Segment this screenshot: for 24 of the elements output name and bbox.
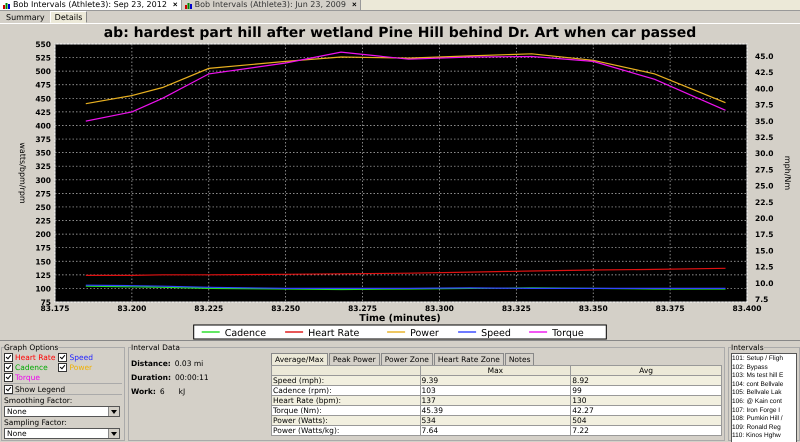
caret-icon: [109, 429, 119, 438]
checkbox[interactable]: [58, 363, 68, 372]
bar-chart-icon: [184, 2, 192, 8]
checkbox[interactable]: [4, 353, 13, 362]
legend-label: Power: [410, 328, 439, 339]
close-button[interactable]: ×: [348, 0, 357, 10]
chart-title: ab: hardest part hill after wetland Pine Hill behind Dr. Art when car passed: [104, 25, 696, 41]
checkbox[interactable]: [4, 385, 13, 394]
legend-label: Heart Rate: [308, 328, 360, 339]
x-axis-label: Time (minutes): [359, 313, 441, 324]
checkbox[interactable]: [58, 353, 68, 362]
y-axis-label: mph/Nm: [783, 156, 792, 190]
y-axis-label: watts/bpm/rpm: [18, 142, 27, 204]
checkbox[interactable]: [4, 373, 13, 382]
document-tab[interactable]: Bob Intervals (Athlete3): Sep 23, 2012 ×: [0, 0, 182, 10]
caret-icon: [109, 407, 119, 416]
legend-label: Speed: [481, 328, 511, 339]
close-button[interactable]: ×: [170, 0, 178, 10]
bar-chart-icon: [3, 2, 10, 8]
legend-label: Torque: [552, 328, 584, 339]
legend-label: Cadence: [224, 328, 266, 339]
checkbox[interactable]: [4, 363, 13, 372]
document-tab[interactable]: Bob Intervals (Athlete3): Jun 23, 2009 ×: [182, 0, 361, 10]
view-tab[interactable]: Details: [50, 11, 88, 23]
